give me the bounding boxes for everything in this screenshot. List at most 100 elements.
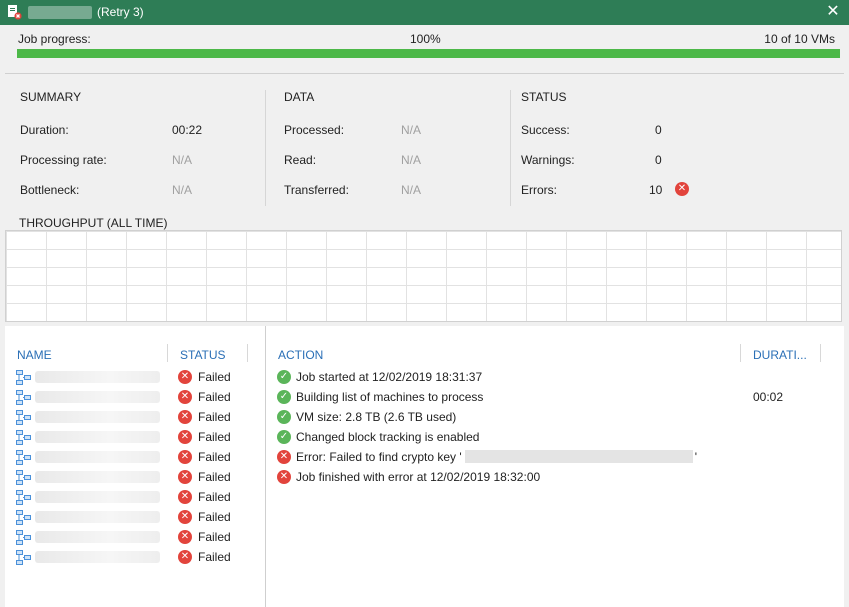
session-details-panel: NAME STATUS ACTION DURATI... ✕ Failed ✕ Fai… <box>5 326 844 607</box>
job-error-icon <box>8 5 22 20</box>
action-message: VM size: 2.8 TB (2.6 TB used) <box>296 410 457 424</box>
table-row[interactable]: ✕ Failed <box>5 447 260 467</box>
redacted-vm-name <box>35 451 160 463</box>
error-icon: ✕ <box>178 490 192 504</box>
column-separator[interactable] <box>247 344 248 362</box>
bottleneck-label: Bottleneck: <box>20 183 80 197</box>
vm-icon <box>15 409 32 426</box>
section-divider <box>265 90 266 206</box>
success-icon: ✓ <box>277 390 291 404</box>
warnings-label: Warnings: <box>521 153 575 167</box>
table-row[interactable]: ✕ Failed <box>5 427 260 447</box>
vm-icon <box>15 449 32 466</box>
processed-value: N/A <box>401 123 422 137</box>
success-label: Success: <box>521 123 570 137</box>
error-icon: ✕ <box>178 410 192 424</box>
read-label: Read: <box>284 153 317 167</box>
action-message-end: ' <box>694 450 697 464</box>
error-icon: ✕ <box>178 510 192 524</box>
job-progress-percent: 100% <box>410 32 441 46</box>
transferred-value: N/A <box>401 183 422 197</box>
throughput-chart <box>5 230 842 322</box>
table-row[interactable]: ✕ Failed <box>5 407 260 427</box>
action-row[interactable]: ✓ Changed block tracking is enabled <box>275 427 835 447</box>
column-separator[interactable] <box>740 344 741 362</box>
column-separator[interactable] <box>820 344 821 362</box>
job-progress-count: 10 of 10 VMs <box>764 32 835 46</box>
action-column-header[interactable]: ACTION <box>278 348 323 362</box>
error-icon: ✕ <box>178 470 192 484</box>
vm-status: Failed <box>198 530 231 544</box>
redacted-vm-name <box>35 511 160 523</box>
redacted-vm-name <box>35 371 160 383</box>
redacted-vm-name <box>35 551 160 563</box>
redacted-vm-name <box>35 391 160 403</box>
duration-value: 00:22 <box>172 123 203 137</box>
status-column-header[interactable]: STATUS <box>180 348 226 362</box>
vm-icon <box>15 389 32 406</box>
section-divider <box>510 90 511 206</box>
vm-icon <box>15 469 32 486</box>
table-row[interactable]: ✕ Failed <box>5 547 260 567</box>
divider <box>5 73 844 74</box>
read-value: N/A <box>401 153 422 167</box>
table-row[interactable]: ✕ Failed <box>5 367 260 387</box>
panel-splitter[interactable] <box>265 326 266 607</box>
action-message: Error: Failed to find crypto key ' <box>296 450 462 464</box>
action-row[interactable]: ✓ Building list of machines to process 00:… <box>275 387 835 407</box>
errors-label: Errors: <box>521 183 557 197</box>
vm-icon <box>15 489 32 506</box>
action-message: Job finished with error at 12/02/2019 18… <box>296 470 541 484</box>
action-message: Building list of machines to process <box>296 390 484 404</box>
vm-status: Failed <box>198 430 231 444</box>
vm-status: Failed <box>198 410 231 424</box>
table-row[interactable]: ✕ Failed <box>5 527 260 547</box>
success-icon: ✓ <box>277 430 291 444</box>
redacted-key <box>464 450 693 463</box>
action-row[interactable]: ✕ Error: Failed to find crypto key ' ' <box>275 447 835 467</box>
error-icon: ✕ <box>178 430 192 444</box>
errors-value: 10 <box>649 183 663 197</box>
name-column-header[interactable]: NAME <box>17 348 52 362</box>
table-row[interactable]: ✕ Failed <box>5 387 260 407</box>
vm-status: Failed <box>198 390 231 404</box>
window-title: (Retry 3) <box>97 5 144 19</box>
table-row[interactable]: ✕ Failed <box>5 507 260 527</box>
action-row[interactable]: ✕ Job finished with error at 12/02/2019 1… <box>275 467 835 487</box>
vm-status: Failed <box>198 490 231 504</box>
action-row[interactable]: ✓ VM size: 2.8 TB (2.6 TB used) <box>275 407 835 427</box>
error-icon: ✕ <box>675 182 689 196</box>
status-title: STATUS <box>521 90 567 104</box>
column-separator[interactable] <box>167 344 168 362</box>
error-icon: ✕ <box>178 530 192 544</box>
success-value: 0 <box>655 123 662 137</box>
vm-icon <box>15 529 32 546</box>
processing-rate-label: Processing rate: <box>20 153 107 167</box>
vm-status: Failed <box>198 450 231 464</box>
duration-column-header[interactable]: DURATI... <box>753 348 807 362</box>
vm-icon <box>15 549 32 566</box>
action-text: Changed block tracking is enabled <box>296 430 479 444</box>
vm-status: Failed <box>198 550 231 564</box>
action-row[interactable]: ✓ Job started at 12/02/2019 18:31:37 <box>275 367 835 387</box>
table-row[interactable]: ✕ Failed <box>5 467 260 487</box>
processed-label: Processed: <box>284 123 345 137</box>
vm-icon <box>15 369 32 386</box>
action-duration: 00:02 <box>753 390 784 404</box>
error-icon: ✕ <box>277 450 291 464</box>
table-row[interactable]: ✕ Failed <box>5 487 260 507</box>
action-text: Building list of machines to process <box>296 390 483 404</box>
success-icon: ✓ <box>277 370 291 384</box>
vm-icon <box>15 509 32 526</box>
redacted-job-name <box>28 6 92 19</box>
redacted-vm-name <box>35 411 160 423</box>
vm-status: Failed <box>198 510 231 524</box>
action-text: Job finished with error at 12/02/2019 18… <box>296 470 540 484</box>
bottleneck-value: N/A <box>172 183 193 197</box>
error-icon: ✕ <box>178 370 192 384</box>
close-icon[interactable]: ✕ <box>823 2 843 22</box>
error-icon: ✕ <box>178 390 192 404</box>
vm-icon <box>15 429 32 446</box>
action-text: Job started at 12/02/2019 18:31:37 <box>296 370 482 384</box>
success-icon: ✓ <box>277 410 291 424</box>
